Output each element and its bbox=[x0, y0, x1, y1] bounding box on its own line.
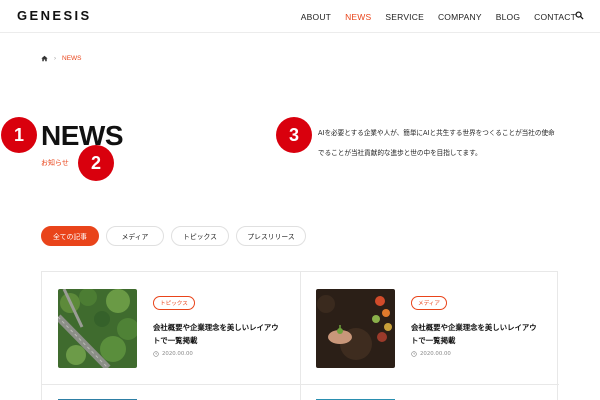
nav-blog[interactable]: BLOG bbox=[496, 12, 520, 22]
clock-icon bbox=[411, 351, 417, 357]
main-nav: ABOUT NEWS SERVICE COMPANY BLOG CONTACT bbox=[287, 12, 576, 22]
filter-all[interactable]: 全ての記事 bbox=[41, 226, 99, 246]
annotation-badge-1: 1 bbox=[1, 117, 37, 153]
article-thumbnail[interactable] bbox=[58, 289, 137, 368]
filter-media[interactable]: メディア bbox=[106, 226, 164, 246]
article-card[interactable]: トピックス 会社概要や企業理念を美しいレイアウ トで一覧掲載 2020.00.0… bbox=[58, 289, 298, 369]
filter-press-release[interactable]: プレスリリース bbox=[236, 226, 306, 246]
page-subtitle: お知らせ bbox=[41, 159, 69, 167]
article-date: 2020.00.00 bbox=[411, 351, 451, 357]
home-icon[interactable] bbox=[41, 55, 48, 62]
article-tag[interactable]: トピックス bbox=[153, 296, 195, 310]
article-title-line: トで一覧掲載 bbox=[411, 336, 456, 345]
article-title[interactable]: 会社概要や企業理念を美しいレイアウ トで一覧掲載 bbox=[153, 321, 293, 347]
nav-contact[interactable]: CONTACT bbox=[534, 12, 576, 22]
filter-topics[interactable]: トピックス bbox=[171, 226, 229, 246]
article-thumbnail[interactable] bbox=[316, 289, 395, 368]
site-header: GENESIS ABOUT NEWS SERVICE COMPANY BLOG … bbox=[0, 0, 600, 33]
page-description: AIを必要とする企業や人が、簡単にAIと共生する世界をつくることが当社の使命 で… bbox=[318, 123, 588, 163]
article-title[interactable]: 会社概要や企業理念を美しいレイアウ トで一覧掲載 bbox=[411, 321, 551, 347]
description-line: AIを必要とする企業や人が、簡単にAIと共生する世界をつくることが当社の使命 bbox=[318, 129, 555, 137]
page-title: NEWS bbox=[41, 120, 124, 151]
annotation-badge-3: 3 bbox=[276, 117, 312, 153]
article-date-text: 2020.00.00 bbox=[162, 351, 193, 357]
nav-about[interactable]: ABOUT bbox=[301, 12, 331, 22]
article-date-text: 2020.00.00 bbox=[420, 351, 451, 357]
clock-icon bbox=[153, 351, 159, 357]
article-grid: トピックス 会社概要や企業理念を美しいレイアウ トで一覧掲載 2020.00.0… bbox=[41, 271, 559, 400]
grid-divider bbox=[42, 384, 559, 385]
nav-news[interactable]: NEWS bbox=[345, 12, 371, 22]
article-title-line: 会社概要や企業理念を美しいレイアウ bbox=[153, 323, 279, 332]
nav-service[interactable]: SERVICE bbox=[385, 12, 424, 22]
article-tag[interactable]: メディア bbox=[411, 296, 447, 310]
chevron-right-icon: › bbox=[54, 55, 56, 62]
nav-company[interactable]: COMPANY bbox=[438, 12, 482, 22]
site-logo[interactable]: GENESIS bbox=[17, 8, 92, 23]
breadcrumb: › NEWS bbox=[41, 55, 82, 62]
article-card[interactable]: メディア 会社概要や企業理念を美しいレイアウ トで一覧掲載 2020.00.00 bbox=[316, 289, 556, 369]
article-title-line: トで一覧掲載 bbox=[153, 336, 198, 345]
annotation-badge-2: 2 bbox=[78, 145, 114, 181]
description-line: でることが当社貢献的な進歩と世の中を目指してます。 bbox=[318, 149, 482, 157]
article-title-line: 会社概要や企業理念を美しいレイアウ bbox=[411, 323, 537, 332]
search-icon[interactable] bbox=[575, 11, 584, 20]
breadcrumb-current: NEWS bbox=[62, 55, 82, 62]
category-filters: 全ての記事 メディア トピックス プレスリリース bbox=[41, 226, 313, 246]
grid-divider bbox=[300, 272, 301, 400]
article-date: 2020.00.00 bbox=[153, 351, 193, 357]
